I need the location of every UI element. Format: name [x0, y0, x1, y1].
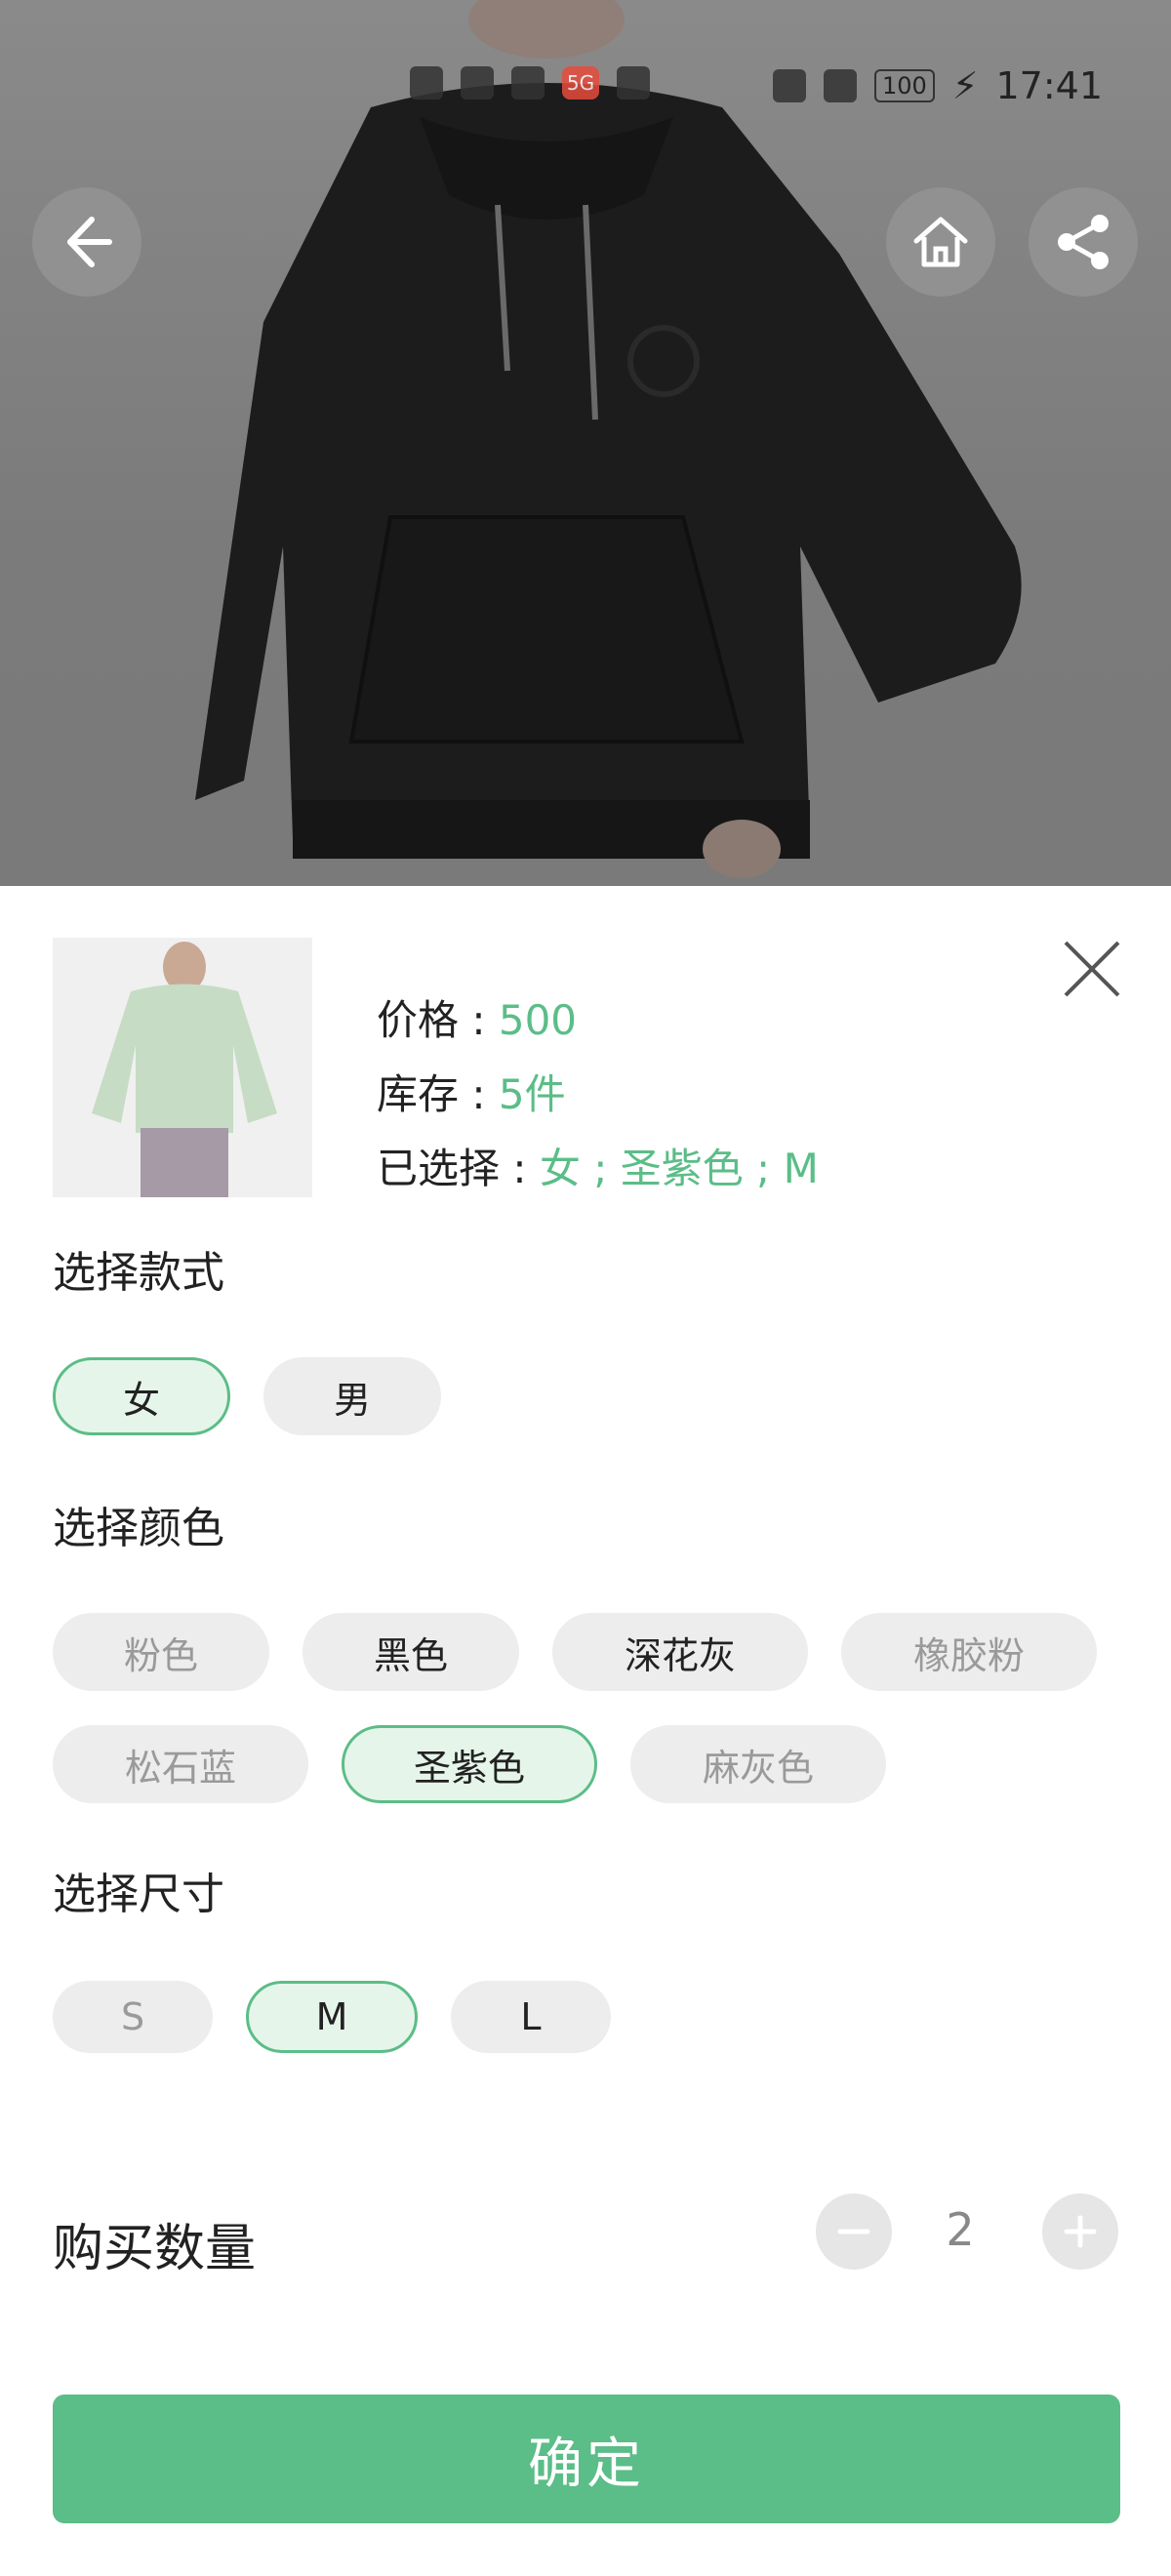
back-arrow-icon [67, 217, 112, 267]
quantity-value[interactable]: 2 [929, 2203, 991, 2256]
qq-icon [617, 66, 650, 100]
minus-icon [837, 2229, 870, 2234]
nfc-icon [772, 69, 806, 102]
stock-row: 库存 : 5件 [377, 1062, 566, 1121]
hoodie-thumbnail-image [53, 938, 312, 1197]
share-button[interactable] [1029, 187, 1138, 297]
sku-selection-sheet: 价格 : 500 库存 : 5件 已选择 : 女 ; 圣紫色 ; M 选择款式 … [0, 886, 1171, 2576]
alarm-icon [823, 69, 857, 102]
product-thumbnail [53, 938, 312, 1197]
quantity-decrease-button[interactable] [816, 2194, 892, 2270]
status-left-icons: 5G [410, 66, 650, 100]
selected-label: 已选择 : [377, 1145, 540, 1192]
selected-row: 已选择 : 女 ; 圣紫色 ; M [377, 1136, 819, 1195]
wifi-icon [511, 66, 545, 100]
back-button[interactable] [32, 187, 141, 297]
color-section-title: 选择颜色 [53, 1504, 224, 1553]
color-option-rubber-pink[interactable]: 橡胶粉 [841, 1613, 1097, 1691]
price-value: 500 [498, 996, 578, 1044]
battery-icon: 100 [873, 69, 935, 102]
stock-label: 库存 : [377, 1070, 499, 1118]
color-option-dark-heather-grey[interactable]: 深花灰 [552, 1613, 808, 1691]
style-option-male[interactable]: 男 [263, 1357, 441, 1435]
color-option-saint-purple[interactable]: 圣紫色 [342, 1725, 597, 1803]
selected-value: 女 ; 圣紫色 ; M [539, 1145, 819, 1192]
plus-icon [1064, 2215, 1097, 2248]
style-section-title: 选择款式 [53, 1248, 224, 1298]
size-option-s[interactable]: S [53, 1981, 213, 2053]
home-icon [913, 217, 968, 267]
color-option-turquoise[interactable]: 松石蓝 [53, 1725, 308, 1803]
product-hero-image: 5G 100 ⚡ 17:41 [0, 0, 1171, 886]
color-option-black[interactable]: 黑色 [303, 1613, 519, 1691]
color-option-pink[interactable]: 粉色 [53, 1613, 269, 1691]
status-right-icons: 100 ⚡ 17:41 [772, 64, 1103, 107]
size-option-l[interactable]: L [451, 1981, 611, 2053]
size-option-m[interactable]: M [246, 1981, 418, 2053]
status-bar: 5G 100 ⚡ 17:41 [0, 59, 1171, 117]
quantity-label: 购买数量 [53, 2220, 257, 2278]
close-icon [1064, 941, 1120, 997]
hd-icon [410, 66, 443, 100]
price-row: 价格 : 500 [377, 987, 577, 1047]
confirm-button[interactable]: 确定 [53, 2395, 1120, 2523]
quantity-increase-button[interactable] [1042, 2194, 1118, 2270]
color-option-linen-grey[interactable]: 麻灰色 [630, 1725, 886, 1803]
style-option-female[interactable]: 女 [53, 1357, 230, 1435]
size-section-title: 选择尺寸 [53, 1870, 224, 1919]
home-button[interactable] [886, 187, 995, 297]
stock-value: 5件 [498, 1070, 566, 1118]
hoodie-model-image [195, 0, 1022, 878]
charging-icon: ⚡ [951, 64, 979, 107]
close-button[interactable] [1058, 935, 1126, 1003]
share-icon [1058, 215, 1109, 269]
5g-icon: 5G [562, 66, 599, 100]
price-label: 价格 : [377, 996, 499, 1044]
status-time: 17:41 [995, 64, 1103, 107]
signal-4g-icon [461, 66, 494, 100]
